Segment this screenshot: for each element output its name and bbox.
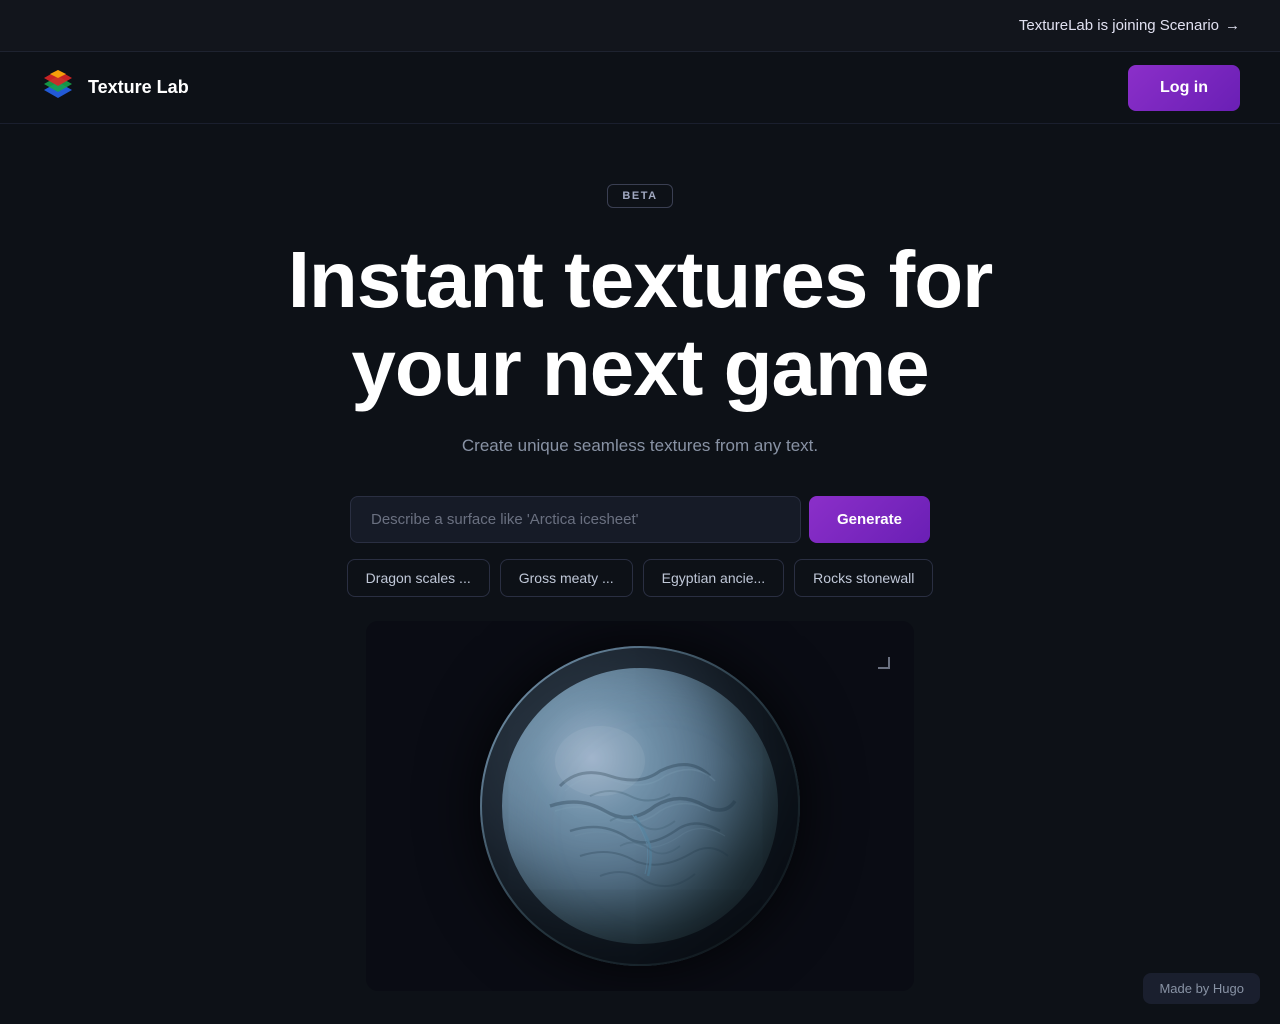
logo-icon xyxy=(40,70,76,106)
hero-title-line2: your next game xyxy=(351,323,928,412)
hero-section: BETA Instant textures for your next game… xyxy=(0,124,1280,991)
preview-area xyxy=(366,621,914,991)
announcement-text: TextureLab is joining Scenario → xyxy=(1019,17,1240,34)
login-button[interactable]: Log in xyxy=(1128,65,1240,111)
generate-button[interactable]: Generate xyxy=(809,496,930,543)
hero-subtitle: Create unique seamless textures from any… xyxy=(462,436,818,456)
navigation: Texture Lab Log in xyxy=(0,52,1280,124)
sphere-mesh xyxy=(480,646,800,966)
announcement-arrow-icon: → xyxy=(1225,17,1240,34)
search-section: Generate Dragon scales ... Gross meaty .… xyxy=(0,496,1280,597)
announcement-label: TextureLab is joining Scenario xyxy=(1019,17,1219,34)
logo-text: Texture Lab xyxy=(88,77,189,98)
chip-egyptian-ancient[interactable]: Egyptian ancie... xyxy=(643,559,785,597)
announcement-bar[interactable]: TextureLab is joining Scenario → xyxy=(0,0,1280,52)
sphere-preview xyxy=(480,646,800,966)
chip-rocks-stonewall[interactable]: Rocks stonewall xyxy=(794,559,933,597)
hero-title-line1: Instant textures for xyxy=(288,235,993,324)
preview-cursor xyxy=(870,649,890,669)
beta-badge: BETA xyxy=(607,184,672,208)
nav-logo[interactable]: Texture Lab xyxy=(40,70,189,106)
search-input[interactable] xyxy=(350,496,801,543)
chip-gross-meaty[interactable]: Gross meaty ... xyxy=(500,559,633,597)
suggestion-chips: Dragon scales ... Gross meaty ... Egypti… xyxy=(347,559,934,597)
made-by-label: Made by Hugo xyxy=(1143,973,1260,1004)
chip-dragon-scales[interactable]: Dragon scales ... xyxy=(347,559,490,597)
sphere-texture-svg xyxy=(480,646,800,966)
hero-title: Instant textures for your next game xyxy=(288,236,993,412)
search-row: Generate xyxy=(350,496,930,543)
